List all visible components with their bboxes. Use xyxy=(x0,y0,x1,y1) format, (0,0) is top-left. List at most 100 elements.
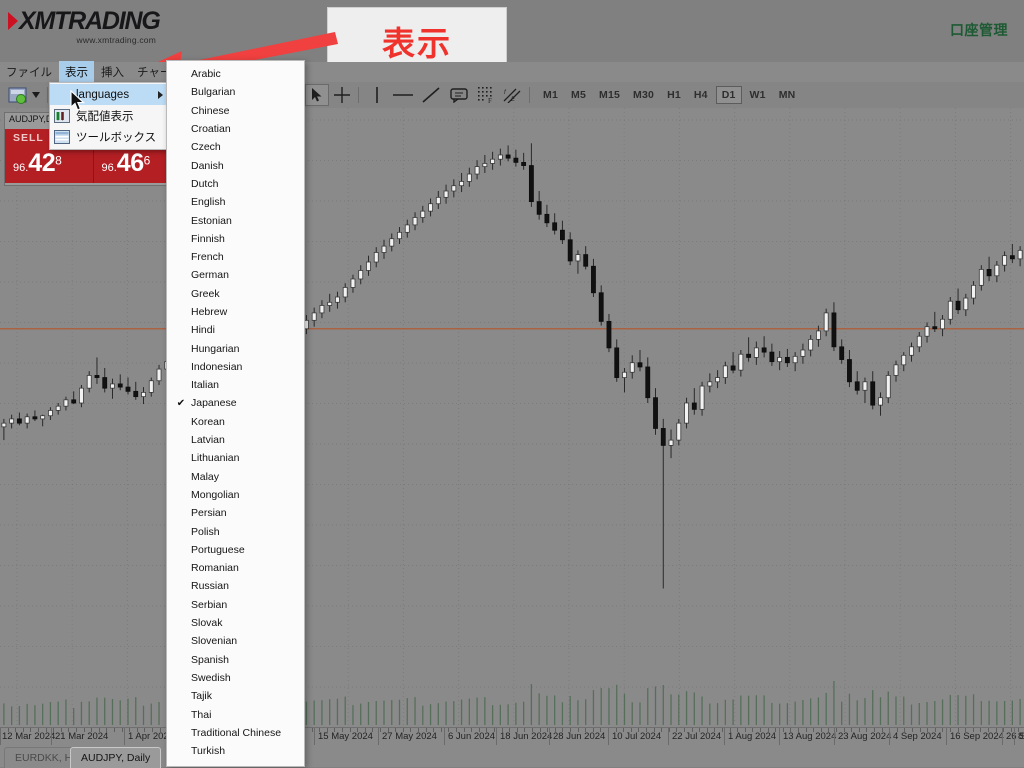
language-option-chinese[interactable]: Chinese xyxy=(167,102,304,120)
language-option-hebrew[interactable]: Hebrew xyxy=(167,303,304,321)
x-axis-label: 13 Aug 2024 xyxy=(783,731,836,742)
timeframe-m1[interactable]: M1 xyxy=(538,87,563,103)
language-option-danish[interactable]: Danish xyxy=(167,156,304,174)
candle xyxy=(878,398,882,405)
language-option-bulgarian[interactable]: Bulgarian xyxy=(167,83,304,101)
language-option-turkish[interactable]: Turkish xyxy=(167,742,304,760)
timeframe-d1[interactable]: D1 xyxy=(716,86,742,104)
chart-tab-audjpy[interactable]: AUDJPY, Daily xyxy=(70,747,161,768)
candle xyxy=(460,181,464,185)
x-axis-tick xyxy=(76,728,77,732)
candle xyxy=(669,440,673,445)
timeframe-m30[interactable]: M30 xyxy=(628,87,659,103)
timeframe-mn[interactable]: MN xyxy=(774,87,801,103)
language-option-french[interactable]: French xyxy=(167,248,304,266)
language-option-english[interactable]: English xyxy=(167,193,304,211)
language-option-swedish[interactable]: Swedish xyxy=(167,669,304,687)
language-option-hindi[interactable]: Hindi xyxy=(167,321,304,339)
language-option-czech[interactable]: Czech xyxy=(167,138,304,156)
language-option-serbian[interactable]: Serbian xyxy=(167,596,304,614)
horizontal-line-icon[interactable] xyxy=(390,85,416,105)
menu-item-market-watch[interactable]: 気配値表示 xyxy=(50,105,168,126)
candle xyxy=(17,419,21,423)
language-option-latvian[interactable]: Latvian xyxy=(167,431,304,449)
language-option-spanish[interactable]: Spanish xyxy=(167,651,304,669)
language-option-italian[interactable]: Italian xyxy=(167,376,304,394)
x-axis-tick xyxy=(661,728,662,732)
language-option-indonesian[interactable]: Indonesian xyxy=(167,358,304,376)
crosshair-icon[interactable] xyxy=(331,85,353,105)
dropdown-arrow-icon[interactable] xyxy=(30,85,42,105)
language-option-mongolian[interactable]: Mongolian xyxy=(167,486,304,504)
menu-item-file[interactable]: ファイル xyxy=(0,61,58,83)
fibonacci-icon[interactable]: F xyxy=(474,85,498,105)
market-watch-icon xyxy=(54,109,70,123)
language-option-german[interactable]: German xyxy=(167,266,304,284)
language-option-arabic[interactable]: Arabic xyxy=(167,65,304,83)
language-option-polish[interactable]: Polish xyxy=(167,522,304,540)
language-option-greek[interactable]: Greek xyxy=(167,285,304,303)
buy-price-main: 46 xyxy=(117,149,144,177)
language-option-thai[interactable]: Thai xyxy=(167,705,304,723)
menu-item-toolbox[interactable]: ツールボックス xyxy=(50,126,168,147)
timeframe-m15[interactable]: M15 xyxy=(594,87,625,103)
x-axis-tick xyxy=(973,728,974,732)
language-option-label: Romanian xyxy=(191,562,239,574)
language-option-japanese[interactable]: ✔Japanese xyxy=(167,394,304,412)
language-option-malay[interactable]: Malay xyxy=(167,468,304,486)
timeframe-m5[interactable]: M5 xyxy=(566,87,591,103)
vertical-line-icon[interactable] xyxy=(366,85,388,105)
language-option-portuguese[interactable]: Portuguese xyxy=(167,541,304,559)
x-axis-major-tick xyxy=(889,728,890,746)
language-option-croatian[interactable]: Croatian xyxy=(167,120,304,138)
x-axis-tick xyxy=(874,728,875,732)
new-chart-icon[interactable] xyxy=(6,85,28,105)
x-axis-tick xyxy=(1003,728,1004,732)
cursor-icon[interactable] xyxy=(305,84,329,106)
language-submenu[interactable]: ArabicBulgarianChineseCroatianCzechDanis… xyxy=(166,60,305,767)
candle xyxy=(948,301,952,319)
equidistant-channel-icon[interactable]: f E xyxy=(500,85,524,105)
view-dropdown-menu[interactable]: languages 気配値表示 ツールボックス xyxy=(49,82,169,150)
x-axis-tick xyxy=(53,728,54,732)
x-axis-tick xyxy=(836,728,837,732)
trendline-icon[interactable] xyxy=(418,85,444,105)
text-label-icon[interactable] xyxy=(446,85,472,105)
language-option-persian[interactable]: Persian xyxy=(167,504,304,522)
menu-bar: ファイル 表示 挿入 チャート オ xyxy=(0,62,1024,82)
language-option-hungarian[interactable]: Hungarian xyxy=(167,339,304,357)
menu-item-view[interactable]: 表示 xyxy=(59,61,94,83)
language-option-dutch[interactable]: Dutch xyxy=(167,175,304,193)
timeframe-h4[interactable]: H4 xyxy=(689,87,713,103)
language-option-lithuanian[interactable]: Lithuanian xyxy=(167,449,304,467)
candle xyxy=(157,369,161,381)
x-axis-tick xyxy=(509,728,510,732)
language-option-slovenian[interactable]: Slovenian xyxy=(167,632,304,650)
language-option-estonian[interactable]: Estonian xyxy=(167,211,304,229)
language-option-korean[interactable]: Korean xyxy=(167,413,304,431)
menu-item-languages[interactable]: languages xyxy=(50,84,168,105)
x-axis-tick xyxy=(897,728,898,732)
language-option-label: German xyxy=(191,269,229,281)
x-axis-tick xyxy=(684,728,685,732)
language-option-label: Slovenian xyxy=(191,635,237,647)
x-axis-tick xyxy=(517,728,518,732)
chart-canvas[interactable]: AUDJPY,Daily xyxy=(0,108,1024,727)
candle xyxy=(405,225,409,232)
languages-icon xyxy=(54,88,70,102)
x-axis-tick xyxy=(912,728,913,732)
language-option-russian[interactable]: Russian xyxy=(167,577,304,595)
x-axis-tick xyxy=(84,728,85,732)
language-option-finnish[interactable]: Finnish xyxy=(167,230,304,248)
x-axis-tick xyxy=(775,728,776,732)
language-option-tajik[interactable]: Tajik xyxy=(167,687,304,705)
language-option-slovak[interactable]: Slovak xyxy=(167,614,304,632)
menu-item-insert[interactable]: 挿入 xyxy=(95,61,130,83)
candle xyxy=(553,223,557,230)
language-option-romanian[interactable]: Romanian xyxy=(167,559,304,577)
timeframe-w1[interactable]: W1 xyxy=(745,87,771,103)
candle xyxy=(343,287,347,297)
timeframe-h1[interactable]: H1 xyxy=(662,87,686,103)
language-option-traditional-chinese[interactable]: Traditional Chinese xyxy=(167,724,304,742)
account-management-link[interactable]: 口座管理 xyxy=(950,20,1008,40)
